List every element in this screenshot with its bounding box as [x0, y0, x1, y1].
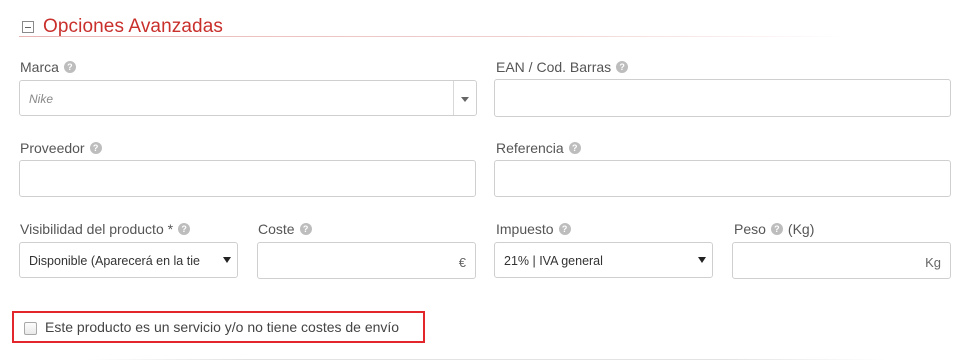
- impuesto-selected: 21% | IVA general: [504, 254, 603, 268]
- referencia-label-text: Referencia: [496, 140, 564, 156]
- marca-placeholder: Nike: [29, 92, 54, 106]
- visibilidad-label: Visibilidad del producto * ?: [20, 221, 191, 237]
- chevron-down-icon[interactable]: [698, 257, 706, 263]
- marca-label: Marca ?: [20, 59, 76, 75]
- help-icon[interactable]: ?: [299, 223, 312, 235]
- impuesto-label: Impuesto ?: [496, 221, 571, 237]
- marca-label-text: Marca: [20, 59, 59, 75]
- ean-label-text: EAN / Cod. Barras: [496, 59, 612, 75]
- help-icon[interactable]: ?: [558, 223, 571, 235]
- section-title: Opciones Avanzadas: [43, 16, 223, 37]
- bottom-divider: [85, 359, 885, 360]
- service-checkbox-highlight: Este producto es un servicio y/o no tien…: [12, 311, 425, 343]
- proveedor-label-text: Proveedor: [20, 140, 85, 156]
- currency-suffix: €: [458, 255, 466, 270]
- coste-input[interactable]: €: [257, 242, 476, 279]
- help-icon[interactable]: ?: [770, 223, 783, 235]
- peso-label: Peso ? (Kg): [734, 221, 814, 237]
- impuesto-select[interactable]: 21% | IVA general: [494, 242, 713, 278]
- help-icon[interactable]: ?: [178, 223, 191, 235]
- marca-combobox[interactable]: Nike: [19, 80, 477, 116]
- ean-label: EAN / Cod. Barras ?: [496, 59, 629, 75]
- peso-label-text: Peso: [734, 221, 766, 237]
- coste-label: Coste ?: [258, 221, 312, 237]
- peso-unit-label: (Kg): [787, 221, 815, 237]
- referencia-label: Referencia ?: [496, 140, 581, 156]
- chevron-down-icon[interactable]: [223, 257, 231, 263]
- ean-input[interactable]: [494, 79, 951, 117]
- help-icon[interactable]: ?: [89, 142, 102, 154]
- combo-separator: [453, 81, 454, 115]
- help-icon[interactable]: ?: [616, 61, 629, 73]
- impuesto-label-text: Impuesto: [496, 221, 554, 237]
- section-divider: [19, 36, 849, 37]
- coste-label-text: Coste: [258, 221, 295, 237]
- collapse-minus-icon[interactable]: [22, 21, 34, 33]
- service-checkbox[interactable]: [24, 322, 37, 335]
- help-icon[interactable]: ?: [63, 61, 76, 73]
- proveedor-label: Proveedor ?: [20, 140, 102, 156]
- weight-suffix: Kg: [925, 255, 941, 270]
- visibilidad-label-text: Visibilidad del producto *: [20, 221, 174, 237]
- referencia-input[interactable]: [494, 160, 951, 197]
- visibilidad-select[interactable]: Disponible (Aparecerá en la tie: [19, 242, 238, 278]
- visibilidad-selected: Disponible (Aparecerá en la tie: [29, 254, 200, 268]
- proveedor-input[interactable]: [19, 160, 476, 197]
- peso-input[interactable]: Kg: [732, 242, 951, 279]
- service-checkbox-label[interactable]: Este producto es un servicio y/o no tien…: [45, 319, 399, 335]
- chevron-down-icon[interactable]: [461, 97, 469, 102]
- help-icon[interactable]: ?: [568, 142, 581, 154]
